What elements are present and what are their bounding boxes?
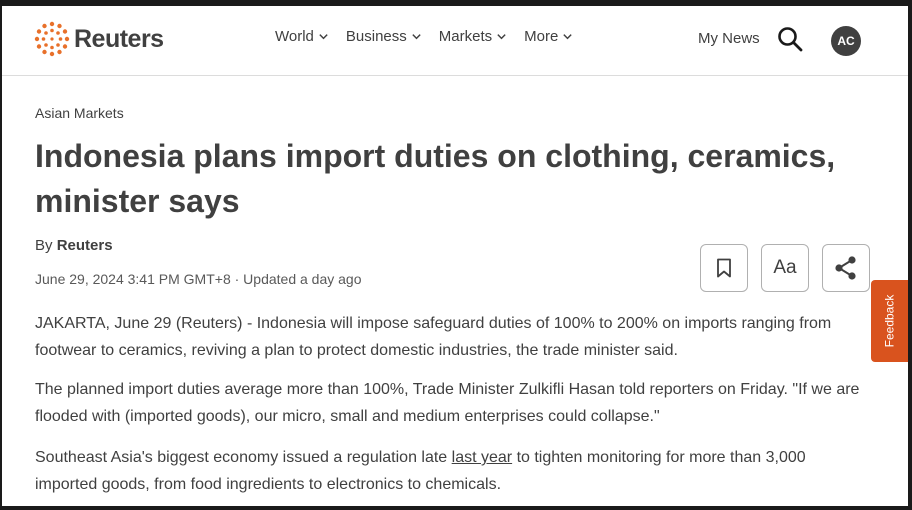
byline-prefix: By [35, 237, 53, 254]
reuters-logo[interactable]: Reuters [34, 21, 164, 57]
main-nav: World Business Markets More [275, 28, 590, 45]
site-header: Reuters World Business Markets More My N… [2, 6, 908, 76]
browser-viewport: Reuters World Business Markets More My N… [2, 6, 908, 506]
nav-world[interactable]: World [275, 28, 329, 45]
nav-markets[interactable]: Markets [439, 28, 507, 45]
bookmark-icon [717, 258, 731, 278]
nav-world-label: World [275, 28, 314, 45]
nav-more[interactable]: More [524, 28, 573, 45]
reuters-logo-icon [34, 21, 70, 57]
my-news-link[interactable]: My News [698, 30, 760, 47]
paragraph-3-text-start: Southeast Asia's biggest economy issued … [35, 449, 452, 466]
bookmark-button[interactable] [700, 244, 748, 292]
chevron-down-icon [497, 34, 506, 40]
nav-markets-label: Markets [438, 28, 493, 45]
search-icon[interactable] [777, 26, 803, 52]
feedback-tab[interactable]: Feedback [871, 280, 908, 362]
nav-more-label: More [524, 28, 559, 45]
nav-business-label: Business [345, 28, 407, 45]
feedback-label: Feedback [882, 294, 897, 348]
last-year-link[interactable]: last year [452, 449, 512, 466]
share-icon [835, 256, 856, 280]
article-dateline: June 29, 2024 3:41 PM GMT+8 · Updated a … [35, 271, 362, 287]
brand-name: Reuters [74, 24, 164, 53]
font-size-button[interactable]: Aa [761, 244, 809, 292]
nav-business[interactable]: Business [346, 28, 422, 45]
article-paragraph-1: JAKARTA, June 29 (Reuters) - Indonesia w… [35, 315, 832, 359]
chevron-down-icon [319, 34, 328, 40]
byline: By Reuters [35, 237, 113, 254]
account-avatar[interactable]: AC [831, 26, 861, 56]
article-headline: Indonesia plans import duties on clothin… [35, 138, 836, 219]
font-size-label: Aa [773, 257, 797, 278]
chevron-down-icon [412, 34, 421, 40]
byline-author[interactable]: Reuters [57, 237, 113, 254]
section-label[interactable]: Asian Markets [35, 105, 124, 121]
article-paragraph-2: The planned import duties average more t… [35, 381, 860, 425]
share-button[interactable] [822, 244, 870, 292]
chevron-down-icon [563, 34, 572, 40]
article-paragraph-3: Southeast Asia's biggest economy issued … [35, 444, 865, 498]
